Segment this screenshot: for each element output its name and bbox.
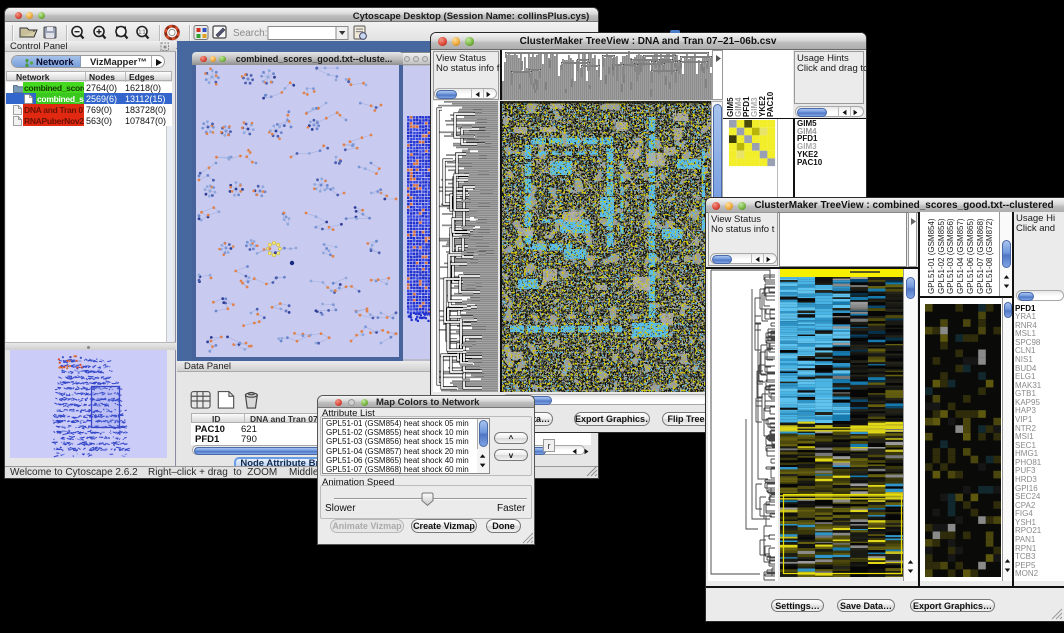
svg-text:Search:: Search: (233, 28, 267, 39)
svg-text:1:1: 1:1 (139, 30, 146, 36)
